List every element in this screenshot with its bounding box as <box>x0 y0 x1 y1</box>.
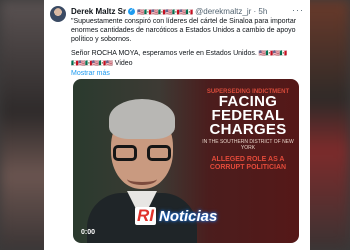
headline-sub: IN THE SOUTHERN DISTRICT OF NEW YORK <box>202 139 294 151</box>
glasses-icon <box>113 145 171 163</box>
show-more-link[interactable]: Mostrar más <box>71 69 304 78</box>
flag-icons: 🇲🇽🇺🇸🇲🇽🇺🇸🇲🇽🇺🇸 <box>71 61 113 67</box>
author-line: Derek Maltz Sr ✓ 🇺🇸🇲🇽🇺🇸🇲🇽🇺🇸🇲🇽🇺🇸🇲🇽 @derekma… <box>71 7 267 16</box>
logo-word: Noticias <box>159 207 218 225</box>
logo-mark: RI <box>135 206 156 225</box>
headline-red: ALLEGED ROLE AS A CORRUPT POLITICIAN <box>209 156 287 171</box>
tweet-card[interactable]: Derek Maltz Sr ✓ 🇺🇸🇲🇽🇺🇸🇲🇽🇺🇸🇲🇽🇺🇸🇲🇽 @derekma… <box>44 0 310 250</box>
glasses-lens-left <box>113 145 137 161</box>
more-options-icon[interactable]: ··· <box>292 5 304 15</box>
flag-icons: 🇺🇸🇲🇽🇺🇸🇲🇽 <box>258 51 287 57</box>
video-player[interactable]: SUPERSEDING INDICTMENT FACING FEDERAL CH… <box>73 79 299 243</box>
watermark-logo: RI Noticias <box>135 206 217 226</box>
hair-shape <box>109 99 175 139</box>
glasses-lens-right <box>147 145 171 161</box>
video-timestamp: 0:00 <box>81 229 96 236</box>
author-handle[interactable]: @derekmaltz_jr · 5h <box>195 7 267 16</box>
headline-main: FACING FEDERAL CHARGES <box>209 93 287 138</box>
smile-shape <box>127 173 157 185</box>
video-label: Video <box>114 60 133 67</box>
tweet-text: "Supuestamente conspiró con líderes del … <box>71 17 304 78</box>
avatar[interactable] <box>50 6 66 22</box>
flag-icons: 🇺🇸🇲🇽🇺🇸🇲🇽🇺🇸🇲🇽🇺🇸🇲🇽 <box>137 10 193 16</box>
tweet-text-paragraph: "Supuestamente conspiró con líderes del … <box>71 18 297 43</box>
tweet-text-paragraph: Señor ROCHA MOYA, esperamos verle en Est… <box>71 50 257 57</box>
verified-badge-icon: ✓ <box>128 8 136 16</box>
video-headline: SUPERSEDING INDICTMENT FACING FEDERAL CH… <box>201 89 295 172</box>
author-name[interactable]: Derek Maltz Sr <box>71 7 126 16</box>
